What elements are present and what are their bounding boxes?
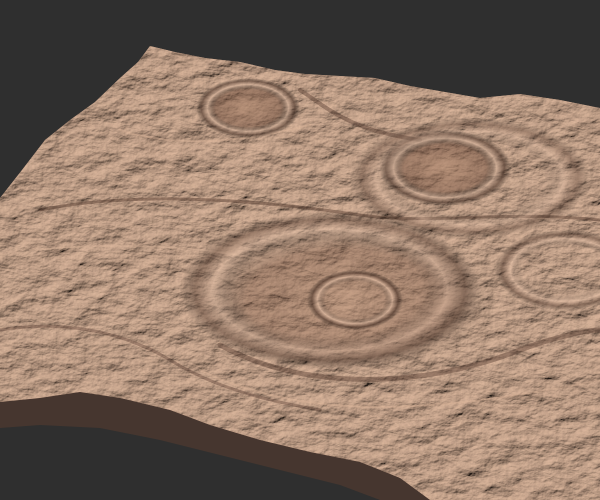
crater-top-left — [196, 78, 300, 138]
terrain-render — [0, 0, 600, 500]
viewport — [0, 0, 600, 500]
